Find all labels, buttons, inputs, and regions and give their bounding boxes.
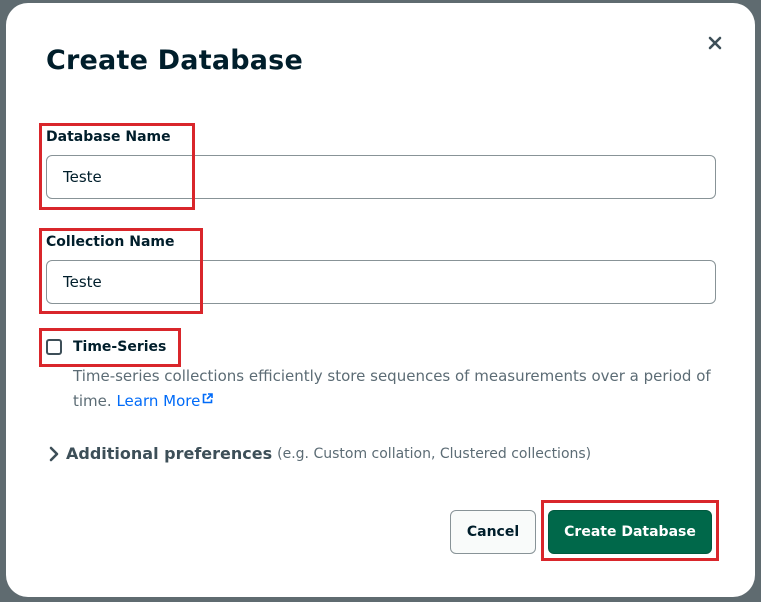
external-link-icon xyxy=(203,393,214,404)
collection-name-input[interactable] xyxy=(46,260,716,304)
time-series-label[interactable]: Time-Series xyxy=(73,339,166,355)
additional-preferences-label: Additional preferences xyxy=(66,444,273,463)
close-icon xyxy=(708,36,722,50)
cancel-button[interactable]: Cancel xyxy=(450,510,536,554)
additional-preferences-toggle[interactable]: Additional preferences (e.g. Custom coll… xyxy=(48,444,591,463)
additional-preferences-hint: (e.g. Custom collation, Clustered collec… xyxy=(277,445,592,462)
learn-more-link[interactable]: Learn More xyxy=(116,392,214,410)
dialog-title: Create Database xyxy=(46,45,303,76)
database-name-input[interactable] xyxy=(46,155,716,199)
chevron-right-icon xyxy=(49,446,59,461)
time-series-checkbox[interactable] xyxy=(46,339,62,355)
create-database-button[interactable]: Create Database xyxy=(548,510,712,554)
collection-name-label: Collection Name xyxy=(46,234,175,250)
time-series-description: Time-series collections efficiently stor… xyxy=(73,364,713,414)
close-button[interactable] xyxy=(703,31,727,55)
learn-more-text: Learn More xyxy=(116,392,201,410)
database-name-label: Database Name xyxy=(46,129,171,145)
create-database-dialog: Create Database Database Name Collection… xyxy=(6,3,755,597)
